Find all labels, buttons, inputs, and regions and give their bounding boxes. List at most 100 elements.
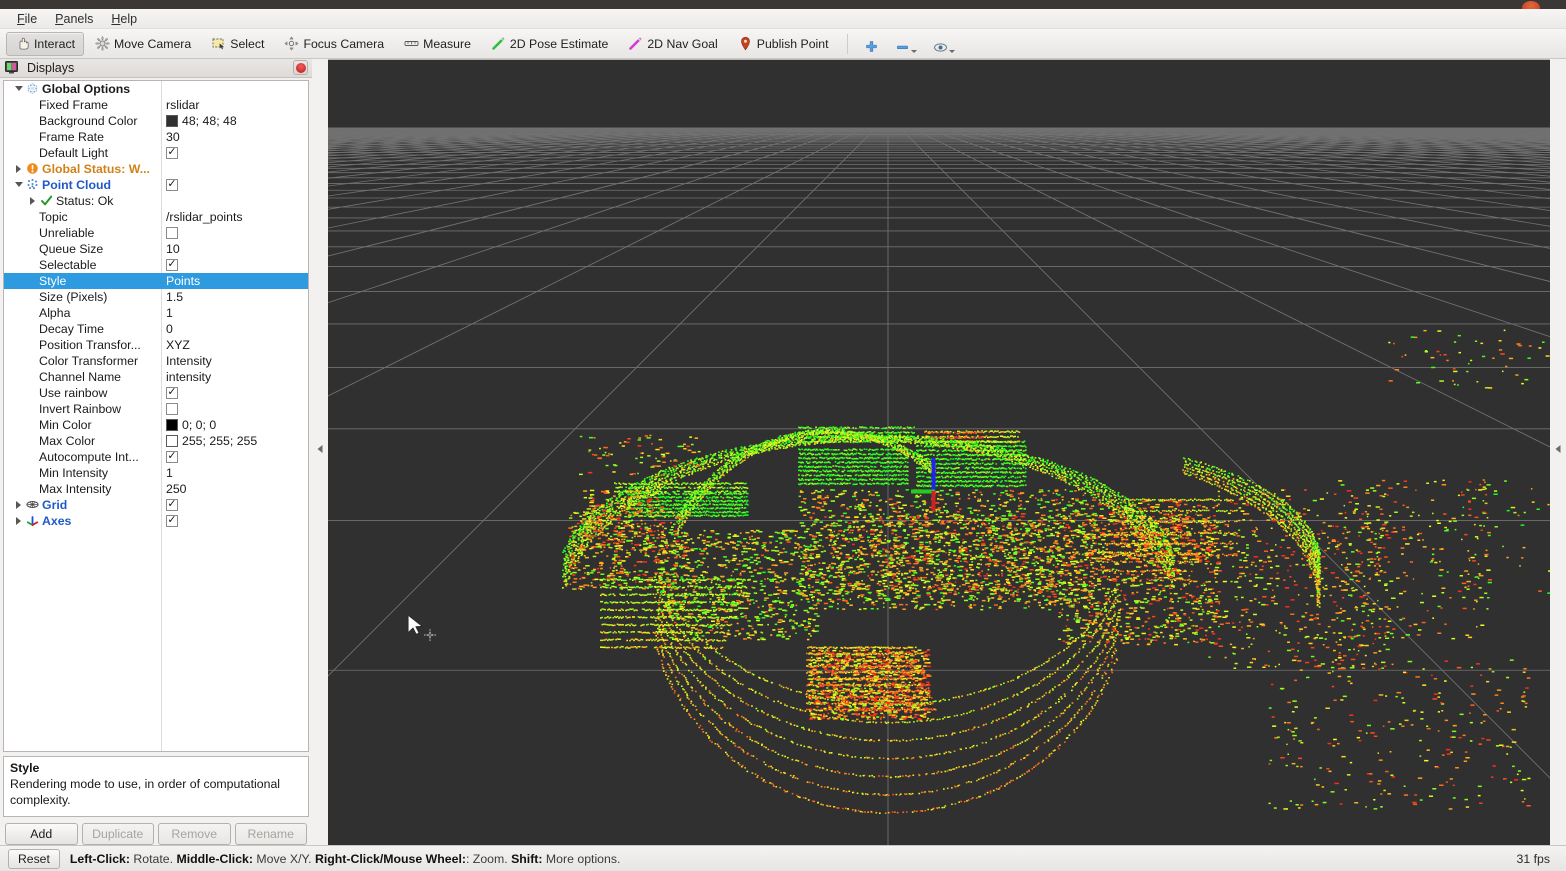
tree-row-value[interactable]: [161, 402, 308, 415]
checkbox-use-rainbow[interactable]: ✓: [166, 386, 178, 399]
tree-row-axes[interactable]: Axes ✓: [4, 513, 308, 529]
tree-row-global-options[interactable]: Global Options: [4, 81, 308, 97]
tree-row-default-light[interactable]: Default Light ✓: [4, 145, 308, 161]
right-splitter[interactable]: [1550, 59, 1566, 845]
add-tool-button[interactable]: [857, 32, 886, 56]
reset-button[interactable]: Reset: [8, 848, 60, 869]
tree-row-value[interactable]: 0: [161, 322, 308, 336]
tool-2d-nav-goal[interactable]: 2D Nav Goal: [619, 32, 726, 56]
tree-row-grid[interactable]: Grid ✓: [4, 497, 308, 513]
tree-row-value[interactable]: ✓: [161, 178, 308, 191]
tree-expander-right[interactable]: [12, 500, 25, 509]
tree-row-min-color[interactable]: Min Color 0; 0; 0: [4, 417, 308, 433]
toolbar-separator: [846, 33, 848, 54]
tree-row-selectable[interactable]: Selectable ✓: [4, 257, 308, 273]
tree-row-point-cloud[interactable]: Point Cloud ✓: [4, 177, 308, 193]
tree-row-value[interactable]: ✓: [161, 386, 308, 399]
tree-row-unreliable[interactable]: Unreliable: [4, 225, 308, 241]
tree-row-value[interactable]: XYZ: [161, 338, 308, 352]
tree-row-max-color[interactable]: Max Color 255; 255; 255: [4, 433, 308, 449]
tree-row-value[interactable]: 255; 255; 255: [161, 434, 308, 448]
chevron-down-icon[interactable]: [948, 49, 955, 53]
tool-properties-button[interactable]: [926, 32, 962, 56]
tree-row-use-rainbow[interactable]: Use rainbow ✓: [4, 385, 308, 401]
color-swatch-max-color[interactable]: [166, 434, 178, 447]
color-swatch-min-color[interactable]: [166, 418, 178, 431]
tool-focus-camera[interactable]: Focus Camera: [275, 32, 393, 56]
checkbox-point-cloud[interactable]: ✓: [166, 178, 178, 191]
tree-row-autocompute-intensity[interactable]: Autocompute Int... ✓: [4, 449, 308, 465]
tree-row-queue-size[interactable]: Queue Size 10: [4, 241, 308, 257]
tree-row-value[interactable]: 30: [161, 130, 308, 144]
tree-row-invert-rainbow[interactable]: Invert Rainbow: [4, 401, 308, 417]
tree-row-label: Size (Pixels): [39, 289, 108, 304]
menu-item-file[interactable]: File: [8, 10, 46, 28]
tree-expander-right[interactable]: [12, 516, 25, 525]
tree-row-value[interactable]: intensity: [161, 370, 308, 384]
tree-row-decay-time[interactable]: Decay Time 0: [4, 321, 308, 337]
tool-2d-pose-estimate[interactable]: 2D Pose Estimate: [482, 32, 617, 56]
tree-row-value[interactable]: ✓: [161, 498, 308, 511]
tree-row-value[interactable]: 10: [161, 242, 308, 256]
tree-row-value[interactable]: Points: [161, 274, 308, 288]
tool-measure[interactable]: Measure: [395, 32, 480, 56]
checkbox-unreliable[interactable]: [166, 226, 178, 239]
tree-expander-down[interactable]: [12, 182, 25, 188]
checkbox-selectable[interactable]: ✓: [166, 258, 178, 271]
checkbox-invert-rainbow[interactable]: [166, 402, 178, 415]
tree-row-color-transformer[interactable]: Color Transformer Intensity: [4, 353, 308, 369]
tree-expander-right[interactable]: [26, 196, 39, 205]
tree-row-min-intensity[interactable]: Min Intensity 1: [4, 465, 308, 481]
tool-select[interactable]: Select: [202, 32, 273, 56]
tool-move-camera[interactable]: Move Camera: [86, 32, 200, 56]
tree-row-value[interactable]: 250: [161, 482, 308, 496]
tree-expander-right[interactable]: [12, 164, 25, 173]
checkbox-grid[interactable]: ✓: [166, 498, 178, 511]
menu-item-help[interactable]: Help: [102, 10, 146, 28]
tree-row-value[interactable]: ✓: [161, 514, 308, 527]
remove-tool-button[interactable]: [888, 32, 924, 56]
tree-row-background-color[interactable]: Background Color 48; 48; 48: [4, 113, 308, 129]
tree-row-size-pixels[interactable]: Size (Pixels) 1.5: [4, 289, 308, 305]
tree-row-max-intensity[interactable]: Max Intensity 250: [4, 481, 308, 497]
render-viewport-3d[interactable]: [328, 59, 1550, 845]
tree-row-status-ok[interactable]: Status: Ok: [4, 193, 308, 209]
tree-row-value[interactable]: rslidar: [161, 98, 308, 112]
add-button[interactable]: Add: [5, 823, 78, 845]
tree-row-value[interactable]: Intensity: [161, 354, 308, 368]
tree-row-label: Max Intensity: [39, 481, 112, 496]
tree-row-value[interactable]: 1: [161, 306, 308, 320]
tree-row-value[interactable]: 48; 48; 48: [161, 114, 308, 128]
right-splitter-grip[interactable]: [1555, 445, 1561, 453]
tree-expander-down[interactable]: [12, 86, 25, 92]
viewport-canvas[interactable]: [328, 59, 1550, 845]
displays-tree[interactable]: Global Options Fixed Frame rslidar Backgrou…: [3, 79, 309, 753]
checkbox-autocompute-intensity[interactable]: ✓: [166, 450, 178, 463]
tree-row-style[interactable]: Style Points: [4, 272, 308, 289]
tool-publish-point[interactable]: Publish Point: [729, 32, 838, 56]
tree-row-fixed-frame[interactable]: Fixed Frame rslidar: [4, 97, 308, 113]
tree-row-topic[interactable]: Topic/rslidar_points: [4, 209, 308, 225]
tree-row-value[interactable]: 1.5: [161, 290, 308, 304]
tree-row-value[interactable]: ✓: [161, 450, 308, 463]
tree-row-value[interactable]: ✓: [161, 258, 308, 271]
tree-row-position-transformer[interactable]: Position Transfor... XYZ: [4, 337, 308, 353]
left-splitter-grip[interactable]: [317, 445, 323, 453]
color-swatch-background-color[interactable]: [166, 114, 178, 127]
tree-row-value[interactable]: /rslidar_points: [161, 210, 308, 224]
tree-row-value[interactable]: 0; 0; 0: [161, 418, 308, 432]
panel-close-icon[interactable]: [293, 60, 308, 76]
tree-row-frame-rate[interactable]: Frame Rate 30: [4, 129, 308, 145]
tree-row-value[interactable]: 1: [161, 466, 308, 480]
tree-row-global-status[interactable]: Global Status: W...: [4, 161, 308, 177]
tree-row-alpha[interactable]: Alpha 1: [4, 305, 308, 321]
left-splitter[interactable]: [312, 59, 328, 845]
menu-item-panels[interactable]: Panels: [46, 10, 102, 28]
tree-row-value[interactable]: [161, 226, 308, 239]
tree-row-value[interactable]: ✓: [161, 146, 308, 159]
chevron-down-icon[interactable]: [910, 49, 917, 53]
tool-interact[interactable]: Interact: [6, 31, 85, 56]
checkbox-axes[interactable]: ✓: [166, 514, 178, 527]
checkbox-default-light[interactable]: ✓: [166, 146, 178, 159]
tree-row-channel-name[interactable]: Channel Name intensity: [4, 369, 308, 385]
